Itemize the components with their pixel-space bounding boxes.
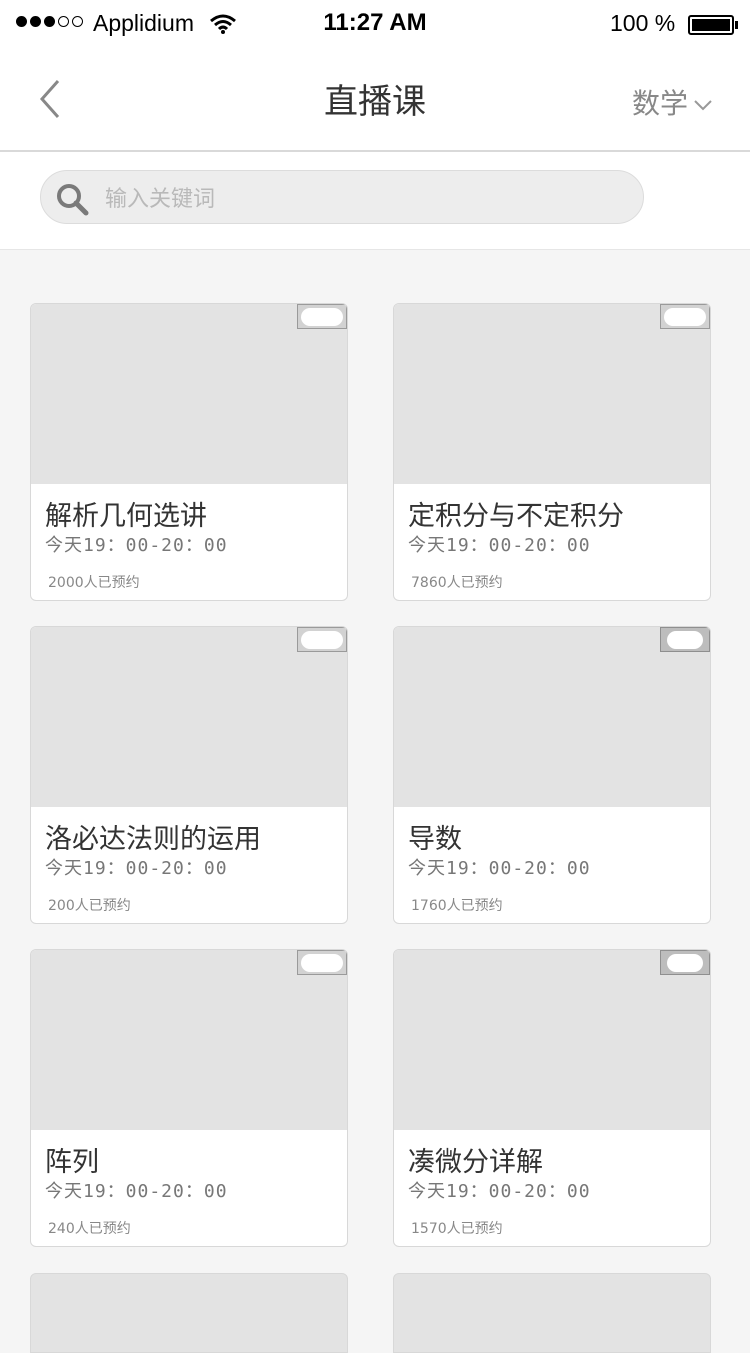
course-card[interactable]: 凑微分详解 今天19：00-20：00 1570人已预约: [393, 949, 711, 1247]
course-thumbnail: [394, 950, 710, 1130]
battery-percent: 100 %: [610, 10, 676, 36]
booking-count: 240人已预约: [48, 1221, 131, 1237]
course-thumbnail: [31, 950, 347, 1130]
status-bar: Applidium 11:27 AM 100 %: [0, 0, 750, 52]
chevron-down-icon: [694, 100, 712, 111]
live-badge: [297, 627, 347, 652]
booking-count: 1570人已预约: [411, 1221, 503, 1237]
course-time: 今天19：00-20：00: [45, 535, 228, 556]
course-card[interactable]: 导数 今天19：00-20：00 1760人已预约: [393, 626, 711, 924]
course-thumbnail: [31, 304, 347, 484]
course-thumbnail: [394, 627, 710, 807]
course-time: 今天19：00-20：00: [45, 1181, 228, 1202]
live-badge: [660, 304, 710, 329]
booking-count: 200人已预约: [48, 898, 131, 914]
course-card[interactable]: 解析几何选讲 今天19：00-20：00 2000人已预约: [30, 303, 348, 601]
course-time: 今天19：00-20：00: [408, 858, 591, 879]
subject-dropdown[interactable]: 数学: [632, 82, 712, 122]
search-area: [0, 152, 750, 250]
course-time: 今天19：00-20：00: [408, 1181, 591, 1202]
course-title: 凑微分详解: [408, 1147, 543, 1178]
subject-label: 数学: [632, 87, 689, 120]
live-badge: [660, 950, 710, 975]
booking-count: 1760人已预约: [411, 898, 503, 914]
booking-count: 7860人已预约: [411, 575, 503, 591]
live-badge: [297, 304, 347, 329]
course-title: 解析几何选讲: [45, 501, 207, 532]
nav-bar: 直播课 数学: [0, 52, 750, 152]
course-card[interactable]: 洛必达法则的运用 今天19：00-20：00 200人已预约: [30, 626, 348, 924]
course-card[interactable]: 定积分与不定积分 今天19：00-20：00 7860人已预约: [393, 303, 711, 601]
search-icon: [57, 184, 89, 216]
course-card[interactable]: 阵列 今天19：00-20：00 240人已预约: [30, 949, 348, 1247]
course-title: 导数: [408, 824, 462, 855]
course-card-partial[interactable]: [30, 1273, 348, 1353]
search-bar[interactable]: [40, 170, 644, 224]
battery-icon: [688, 15, 734, 35]
course-card-partial[interactable]: [393, 1273, 711, 1353]
course-thumbnail: [31, 627, 347, 807]
search-input[interactable]: [103, 179, 627, 219]
booking-count: 2000人已预约: [48, 575, 140, 591]
course-title: 定积分与不定积分: [408, 501, 624, 532]
course-time: 今天19：00-20：00: [45, 858, 228, 879]
live-badge: [297, 950, 347, 975]
live-badge: [660, 627, 710, 652]
course-thumbnail: [394, 304, 710, 484]
course-title: 洛必达法则的运用: [45, 824, 261, 855]
battery-tip: [735, 21, 738, 29]
course-title: 阵列: [45, 1147, 99, 1178]
course-time: 今天19：00-20：00: [408, 535, 591, 556]
